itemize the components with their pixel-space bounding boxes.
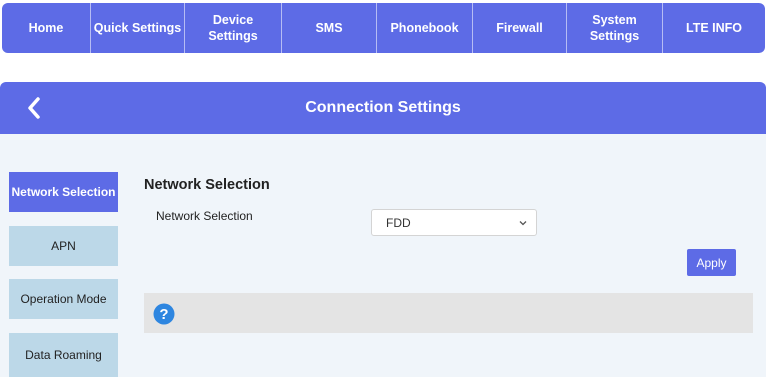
nav-system-settings[interactable]: System Settings <box>567 3 663 53</box>
chevron-down-icon <box>519 221 527 226</box>
apply-button[interactable]: Apply <box>687 249 736 276</box>
network-selection-select[interactable]: FDD <box>371 209 537 236</box>
nav-phonebook[interactable]: Phonebook <box>377 3 473 53</box>
select-value: FDD <box>386 216 411 230</box>
sidebar-item-operation-mode[interactable]: Operation Mode <box>9 279 118 319</box>
nav-device-settings[interactable]: Device Settings <box>185 3 282 53</box>
help-bar: ? <box>144 293 753 333</box>
sidebar-item-data-roaming[interactable]: Data Roaming <box>9 333 118 377</box>
page-title: Connection Settings <box>305 99 461 116</box>
nav-firewall[interactable]: Firewall <box>473 3 567 53</box>
sidebar-item-apn[interactable]: APN <box>9 226 118 266</box>
top-navigation: Home Quick Settings Device Settings SMS … <box>2 3 765 53</box>
nav-sms[interactable]: SMS <box>282 3 377 53</box>
network-selection-label: Network Selection <box>156 209 253 223</box>
nav-home[interactable]: Home <box>2 3 91 53</box>
content-panel: Network Selection APN Operation Mode Dat… <box>0 134 766 377</box>
svg-text:?: ? <box>159 306 168 323</box>
page-header: Connection Settings <box>0 82 766 134</box>
question-circle-icon[interactable]: ? <box>153 303 175 325</box>
section-title: Network Selection <box>144 177 270 193</box>
sidebar-item-network-selection[interactable]: Network Selection <box>9 172 118 212</box>
nav-quick-settings[interactable]: Quick Settings <box>91 3 185 53</box>
nav-lte-info[interactable]: LTE INFO <box>663 3 765 53</box>
